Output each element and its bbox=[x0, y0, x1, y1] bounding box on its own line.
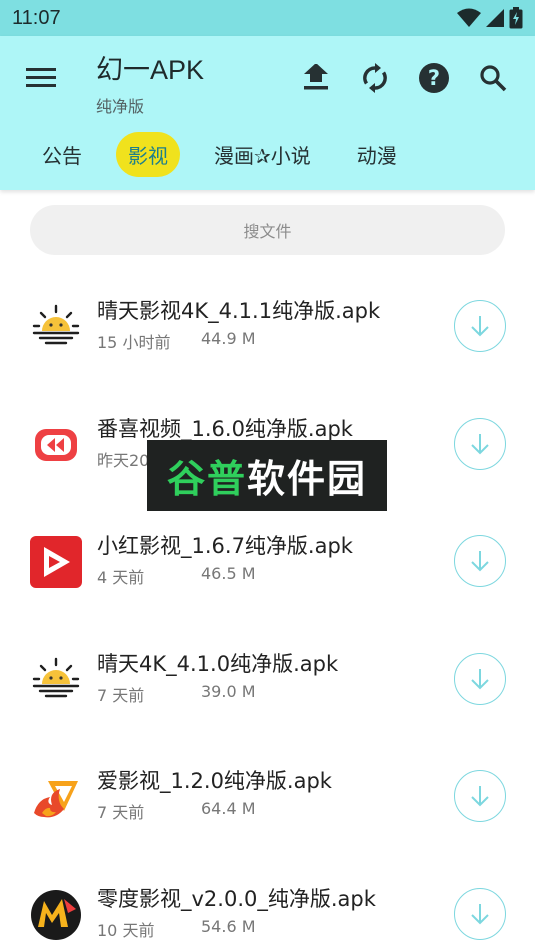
list-item[interactable]: 小红影视_1.6.7纯净版.apk 4 天前 46.5 M bbox=[0, 500, 535, 618]
file-name: 晴天4K_4.1.0纯净版.apk bbox=[97, 651, 339, 676]
download-button[interactable] bbox=[454, 300, 506, 352]
file-size: 44.9 M bbox=[201, 329, 256, 348]
file-size: 46.5 M bbox=[201, 564, 256, 583]
download-button[interactable] bbox=[454, 535, 506, 587]
sun-icon bbox=[32, 657, 80, 697]
sun-icon bbox=[32, 304, 80, 345]
file-age: 15 小时前 bbox=[97, 333, 171, 352]
upload-icon bbox=[304, 64, 328, 90]
watermark-text-green: 谷普 bbox=[166, 457, 247, 501]
sync-button[interactable] bbox=[357, 60, 393, 96]
list-item[interactable]: 爱影视_1.2.0纯净版.apk 7 天前 64.4 M bbox=[0, 735, 535, 853]
help-icon: ? bbox=[419, 63, 449, 93]
watermark-text-white: 软件园 bbox=[247, 457, 368, 501]
tab-announcement[interactable]: 公告 bbox=[30, 132, 94, 177]
file-age: 7 天前 bbox=[97, 685, 145, 705]
file-name: 晴天影视4K_4.1.1纯净版.apk bbox=[97, 299, 381, 323]
download-button[interactable] bbox=[454, 770, 506, 822]
play-icon bbox=[30, 536, 82, 588]
wifi-icon bbox=[457, 8, 481, 27]
rewind-icon bbox=[35, 428, 77, 461]
status-time: 11:07 bbox=[12, 6, 61, 29]
search-button[interactable] bbox=[475, 60, 511, 96]
search-icon bbox=[480, 65, 507, 92]
download-arrow-icon bbox=[471, 433, 489, 454]
sync-icon bbox=[363, 63, 387, 93]
file-name: 零度影视_v2.0.0_纯净版.apk bbox=[97, 886, 376, 911]
download-arrow-icon bbox=[471, 551, 489, 572]
svg-text:?: ? bbox=[428, 66, 440, 90]
download-arrow-icon bbox=[471, 668, 489, 689]
m-logo-icon bbox=[31, 889, 81, 940]
download-button[interactable] bbox=[454, 652, 506, 705]
app-title: 幻一APK bbox=[96, 55, 205, 85]
download-arrow-icon bbox=[471, 903, 489, 924]
file-age: 7 天前 bbox=[97, 803, 145, 822]
list-item[interactable]: 零度影视_v2.0.0_纯净版.apk 10 天前 54.6 M bbox=[0, 853, 535, 951]
file-age: 4 天前 bbox=[97, 568, 145, 587]
app-subtitle: 纯净版 bbox=[96, 97, 145, 116]
file-size: 39.0 M bbox=[201, 681, 256, 701]
tab-anime[interactable]: 动漫 bbox=[345, 132, 409, 177]
category-tabs: 公告 影视 漫画✰小说 动漫 bbox=[30, 132, 409, 177]
menu-button[interactable] bbox=[26, 64, 56, 90]
file-list: 晴天影视4K_4.1.1纯净版.apk 15 小时前 44.9 M 番喜视频_1.… bbox=[0, 265, 535, 951]
download-button[interactable] bbox=[454, 887, 506, 940]
file-size: 54.6 M bbox=[201, 916, 256, 936]
tab-film[interactable]: 影视 bbox=[116, 132, 180, 177]
download-arrow-icon bbox=[471, 786, 489, 807]
tab-comics-novels[interactable]: 漫画✰小说 bbox=[202, 132, 323, 177]
help-button[interactable]: ? bbox=[416, 60, 452, 96]
list-item[interactable]: 晴天4K_4.1.0纯净版.apk 7 天前 39.0 M bbox=[0, 618, 535, 736]
status-bar: 11:07 bbox=[0, 0, 535, 36]
list-item[interactable]: 晴天影视4K_4.1.1纯净版.apk 15 小时前 44.9 M bbox=[0, 265, 535, 383]
flame-icon bbox=[34, 781, 78, 818]
hamburger-menu-icon bbox=[26, 68, 56, 87]
file-age: 10 天前 bbox=[97, 920, 155, 940]
file-name: 番喜视频_1.6.0纯净版.apk bbox=[97, 416, 353, 441]
file-name: 爱影视_1.2.0纯净版.apk bbox=[97, 769, 332, 793]
app-bar: 幻一APK 纯净版 ? 公告 影视 漫画✰小说 动漫 bbox=[0, 36, 535, 190]
download-arrow-icon bbox=[471, 316, 489, 337]
watermark-overlay: 谷普 软件园 bbox=[147, 440, 387, 511]
download-button[interactable] bbox=[454, 417, 506, 470]
cell-signal-icon bbox=[486, 9, 504, 27]
search-input[interactable]: 搜文件 bbox=[30, 205, 505, 255]
file-name: 小红影视_1.6.7纯净版.apk bbox=[97, 534, 353, 558]
battery-icon bbox=[509, 7, 523, 29]
upload-button[interactable] bbox=[298, 60, 334, 96]
file-size: 64.4 M bbox=[201, 799, 256, 818]
